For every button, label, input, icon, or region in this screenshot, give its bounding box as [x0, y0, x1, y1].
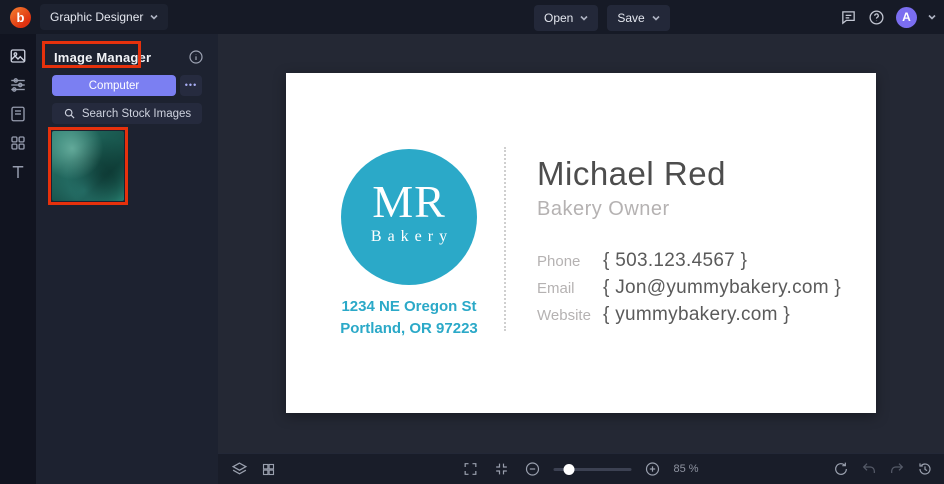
- history-tools: [831, 459, 935, 479]
- open-label: Open: [544, 11, 574, 25]
- text-icon: [12, 166, 24, 178]
- zoom-controls: 85 %: [461, 459, 702, 479]
- zoom-slider[interactable]: [553, 463, 632, 475]
- zoom-out-icon[interactable]: [523, 459, 543, 479]
- zoom-slider-handle[interactable]: [563, 463, 575, 475]
- info-icon[interactable]: [188, 49, 204, 65]
- chevron-down-icon: [652, 15, 660, 21]
- save-label: Save: [617, 11, 645, 25]
- rail-item-edit-settings[interactable]: [4, 76, 32, 94]
- business-card[interactable]: MR Bakery 1234 NE Oregon St Portland, OR…: [286, 73, 876, 413]
- rail-item-templates[interactable]: [4, 105, 32, 123]
- fullscreen-icon[interactable]: [461, 459, 481, 479]
- search-icon: [64, 108, 75, 119]
- grid-icon[interactable]: [258, 459, 278, 479]
- app-logo-letter: b: [16, 9, 25, 25]
- contact-value: { yummybakery.com }: [603, 304, 790, 325]
- canvas-area[interactable]: MR Bakery 1234 NE Oregon St Portland, OR…: [218, 34, 944, 484]
- panel-title: Image Manager: [54, 49, 152, 65]
- card-details: Michael Red Bakery Owner Phone { 503.123…: [537, 155, 841, 331]
- layer-tools: [229, 459, 278, 479]
- layers-icon[interactable]: [229, 459, 249, 479]
- card-divider: [504, 147, 506, 331]
- card-person-title[interactable]: Bakery Owner: [537, 198, 841, 221]
- rail-item-image-manager[interactable]: [4, 47, 32, 65]
- rail-item-graphics[interactable]: [4, 134, 32, 152]
- contact-label: Email: [537, 280, 575, 297]
- card-logo[interactable]: MR Bakery: [341, 149, 477, 285]
- panel-header: Image Manager: [36, 34, 218, 66]
- feedback-icon[interactable]: [840, 9, 857, 26]
- image-manager-panel: Image Manager Computer ••• Search Stock …: [36, 34, 218, 484]
- top-toolbar: b Graphic Designer Open Save A: [0, 0, 944, 34]
- app-logo[interactable]: b: [10, 6, 31, 28]
- image-thumbnail[interactable]: [52, 131, 124, 201]
- contact-label: Website: [537, 307, 591, 324]
- card-address-line1: 1234 NE Oregon St: [341, 298, 477, 315]
- card-logo-initials: MR: [372, 176, 446, 227]
- history-icon[interactable]: [915, 459, 935, 479]
- contact-row-website[interactable]: Website { yummybakery.com }: [537, 304, 841, 331]
- image-icon: [10, 49, 26, 63]
- sliders-icon: [11, 78, 25, 92]
- computer-upload-button[interactable]: Computer: [52, 75, 176, 96]
- tool-rail: [0, 34, 36, 484]
- rail-item-text[interactable]: [4, 163, 32, 181]
- search-stock-images-label: Search Stock Images: [81, 107, 192, 120]
- fit-screen-icon[interactable]: [492, 459, 512, 479]
- card-contacts: Phone { 503.123.4567 } Email { Jon@yummy…: [537, 250, 841, 331]
- avatar[interactable]: A: [896, 6, 917, 28]
- zoom-in-icon[interactable]: [643, 459, 663, 479]
- help-icon[interactable]: [868, 9, 885, 26]
- app-menu-label: Graphic Designer: [50, 10, 144, 24]
- chevron-down-icon: [150, 14, 158, 20]
- redo-icon[interactable]: [887, 459, 907, 479]
- contact-label: Phone: [537, 253, 581, 270]
- account-area: A: [840, 0, 936, 34]
- save-button[interactable]: Save: [607, 5, 670, 31]
- more-options-button[interactable]: •••: [180, 75, 202, 96]
- card-address-line2: Portland, OR 97223: [340, 319, 478, 337]
- search-stock-images-button[interactable]: Search Stock Images: [52, 103, 202, 124]
- contact-row-phone[interactable]: Phone { 503.123.4567 }: [537, 250, 841, 277]
- zoom-level: 85 %: [673, 463, 699, 475]
- contact-value: { Jon@yummybakery.com }: [603, 277, 842, 298]
- open-button[interactable]: Open: [534, 5, 599, 31]
- sync-icon[interactable]: [831, 459, 851, 479]
- card-logo-word: Bakery: [370, 228, 454, 245]
- card-address[interactable]: 1234 NE Oregon St Portland, OR 97223: [286, 296, 532, 340]
- graphics-grid-icon: [11, 136, 25, 150]
- undo-icon[interactable]: [859, 459, 879, 479]
- chevron-down-icon: [580, 15, 588, 21]
- account-chevron-icon[interactable]: [928, 14, 936, 20]
- card-person-name[interactable]: Michael Red: [537, 155, 841, 193]
- canvas-bottom-toolbar: 85 %: [218, 453, 944, 484]
- upload-actions: Computer •••: [36, 75, 218, 96]
- file-actions: Open Save: [534, 5, 670, 31]
- contact-value: { 503.123.4567 }: [603, 250, 748, 271]
- app-menu-button[interactable]: Graphic Designer: [40, 4, 169, 30]
- contact-row-email[interactable]: Email { Jon@yummybakery.com }: [537, 277, 841, 304]
- templates-icon: [11, 106, 25, 122]
